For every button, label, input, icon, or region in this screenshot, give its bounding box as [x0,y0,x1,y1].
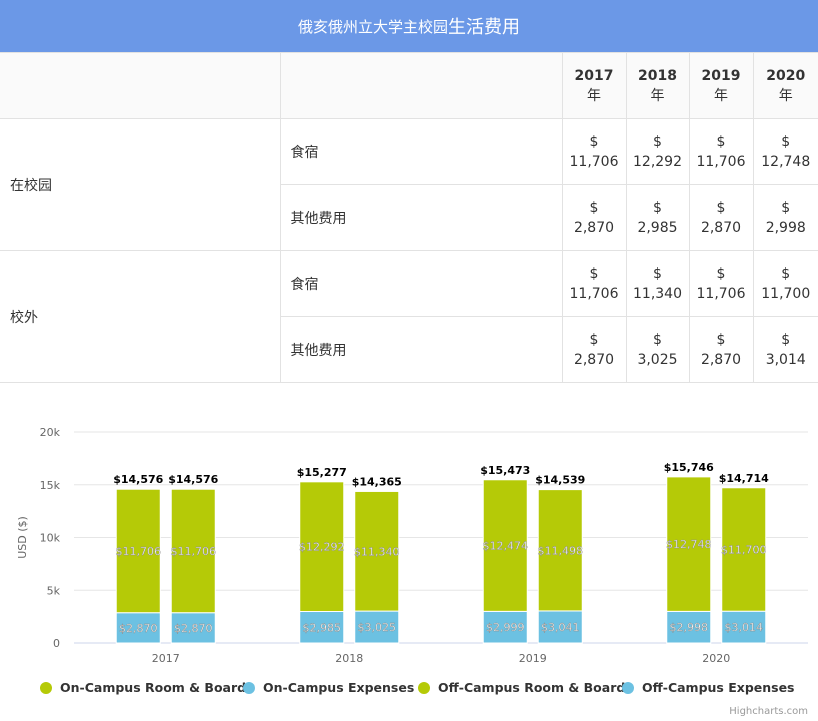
table-cell: $3,014 [752,316,818,383]
y-tick-label: 15k [40,479,61,492]
header-title-living-cost: 生活费用 [448,17,520,38]
table-cell: $11,706 [688,250,754,317]
bar-data-label: $12,292 [299,541,345,554]
x-tick-label: 2020 [702,652,730,665]
y-tick-label: 0 [53,637,60,650]
table-cell: $3,025 [625,316,690,383]
stack-total-label: $15,277 [297,466,347,479]
bar-data-label: $2,999 [486,621,525,634]
legend-dot-icon [243,681,255,694]
y-tick-label: 20k [40,426,61,439]
table-cell: $2,870 [561,316,627,383]
header-title-school: 俄亥俄州立大学主校园 [297,17,448,36]
stack-total-label: $14,365 [352,475,402,488]
year-header: 2019 年 [688,52,754,119]
bar-data-label: $3,025 [358,621,397,634]
legend-label: On-Campus Room & Board [60,680,247,695]
table-cell: $12,292 [625,118,690,185]
bar-data-label: $12,748 [666,538,712,551]
row-label: 食宿 [279,118,563,185]
cost-chart: 0 5k 10k 15k 20k USD ($) 2017 $2,870 $11,706 $14,… [16,426,808,665]
bar-data-label: $2,998 [670,621,709,634]
legend-label: Off-Campus Room & Board [438,680,626,695]
chart-legend: On-Campus Room & Board On-Campus Expense… [0,680,818,702]
legend-dot-icon [622,681,634,694]
legend-dot-icon [40,681,52,694]
group-label-off-campus: 校外 [0,250,281,383]
year-header: 2018 年 [625,52,690,119]
table-row: 在校园 食宿 $11,706 $12,292 $11,706 $12,748 [0,118,818,251]
table-cell: $11,340 [625,250,690,317]
table-cell: $11,706 [688,118,754,185]
legend-item[interactable]: On-Campus Expenses [243,680,414,695]
table-cell: $11,706 [561,118,627,185]
legend-item[interactable]: On-Campus Room & Board [40,680,246,695]
table-row: 校外 食宿 $11,706 $11,340 $11,706 $11,700 [0,250,818,383]
bar-data-label: $2,870 [174,622,213,635]
legend-label: Off-Campus Expenses [642,680,795,695]
table-cell: $2,870 [561,184,627,251]
table-cell: $2,985 [625,184,690,251]
legend-dot-icon [418,681,430,694]
stack-total-label: $14,576 [113,473,163,486]
bar-data-label: $12,474 [483,540,529,553]
table-cell: $2,870 [688,184,754,251]
table-cell: $12,748 [752,118,818,185]
stack-total-label: $14,714 [719,472,769,485]
legend-label: On-Campus Expenses [263,680,415,695]
bar-data-label: $11,700 [721,543,767,556]
bar-data-label: $11,498 [538,544,584,557]
row-label: 食宿 [279,250,563,317]
stack-total-label: $14,539 [535,474,585,487]
bar-data-label: $2,870 [119,622,158,635]
x-tick-label: 2017 [152,652,180,665]
bar-data-label: $11,706 [116,545,162,558]
table-cell: $2,998 [752,184,818,251]
row-label: 其他费用 [280,316,563,383]
bar-data-label: $11,706 [171,545,217,558]
cost-table: 2017 年 2018 年 2019 年 2020 年 在校园 食宿 $11,706 $… [0,52,818,383]
stack-total-label: $15,746 [664,461,714,474]
table-cell: $11,706 [561,250,627,317]
group-label-on-campus: 在校园 [0,118,281,251]
table-header-row: 2017 年 2018 年 2019 年 2020 年 [0,52,818,119]
legend-item[interactable]: Off-Campus Room & Board [418,680,625,695]
bar-data-label: $3,041 [541,621,580,634]
year-header: 2017 年 [561,52,627,119]
row-label: 其他费用 [280,184,563,251]
chart-credits[interactable]: Highcharts.com [729,706,808,717]
bar-data-label: $3,014 [725,621,764,634]
x-tick-label: 2018 [335,652,363,665]
year-header: 2020 年 [752,52,818,119]
stack-total-label: $14,576 [168,473,218,486]
bar-data-label: $2,985 [303,621,342,634]
legend-item[interactable]: Off-Campus Expenses [622,680,795,695]
y-tick-label: 5k [47,584,61,597]
table-cell: $2,870 [688,316,754,383]
y-tick-label: 10k [40,532,61,545]
bar-data-label: $11,340 [354,545,400,558]
stack-total-label: $15,473 [480,464,530,477]
y-axis-title: USD ($) [16,516,29,559]
table-cell: $11,700 [752,250,818,317]
header-blank-cell [279,52,563,119]
x-tick-label: 2019 [519,652,547,665]
page-header: 俄亥俄州立大学主校园 生活费用 [0,0,818,52]
header-blank-cell [0,52,281,119]
